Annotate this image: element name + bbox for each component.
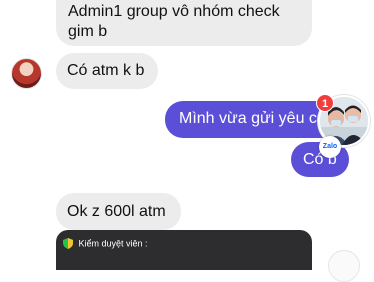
message-text: Ok z 600l atm [67,203,166,220]
message-bubble[interactable]: Ok z 600l atm [56,193,181,230]
message-text: Có atm k b [67,62,145,79]
message-text: Admin1 group vô nhóm check gim b [68,3,280,40]
green-shield-icon [63,238,73,250]
message-text: Mình vừa gửi yêu c [179,110,317,127]
moderator-notice-card[interactable]: Kiểm duyệt viên : [56,230,312,270]
notice-label: Kiểm duyệt viên : [78,238,148,249]
sender-avatar[interactable] [11,58,42,89]
zalo-logo-icon: Zalo [319,136,341,158]
unread-count-badge: 1 [316,94,334,112]
corner-avatar[interactable] [328,250,360,282]
message-bubble[interactable]: Có atm k b [56,53,158,89]
message-bubble[interactable]: Admin1 group vô nhóm check gim b [56,0,312,46]
